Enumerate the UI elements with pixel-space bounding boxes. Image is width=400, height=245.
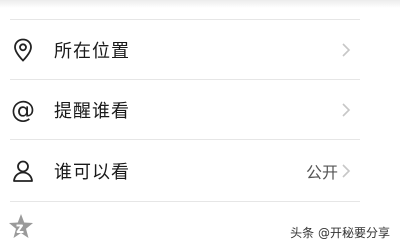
settings-item-remind[interactable]: @ 提醒谁看: [0, 80, 360, 140]
star-logo-icon: [9, 214, 33, 238]
settings-item-label: 谁可以看: [54, 162, 130, 183]
divider: [10, 139, 360, 140]
settings-item-location[interactable]: 所在位置: [0, 20, 360, 80]
settings-item-label: 提醒谁看: [54, 101, 130, 122]
person-icon: [10, 158, 36, 184]
chevron-right-icon: [342, 103, 351, 117]
at-symbol: @: [11, 96, 35, 124]
screen: 所在位置 @ 提醒谁看 谁可以看 公开 头条 @开秘要分享: [0, 0, 400, 245]
chevron-right-icon: [342, 43, 351, 57]
visibility-value: 公开: [305, 163, 338, 182]
settings-item-label: 所在位置: [54, 41, 130, 62]
top-fade: [0, 0, 400, 8]
at-mention-icon: @: [10, 97, 36, 123]
location-pin-icon: [10, 37, 36, 63]
chevron-right-icon: [342, 164, 351, 178]
settings-item-visibility[interactable]: 谁可以看 公开: [0, 141, 360, 201]
divider: [10, 201, 360, 202]
watermark: 头条 @开秘要分享: [290, 226, 390, 240]
